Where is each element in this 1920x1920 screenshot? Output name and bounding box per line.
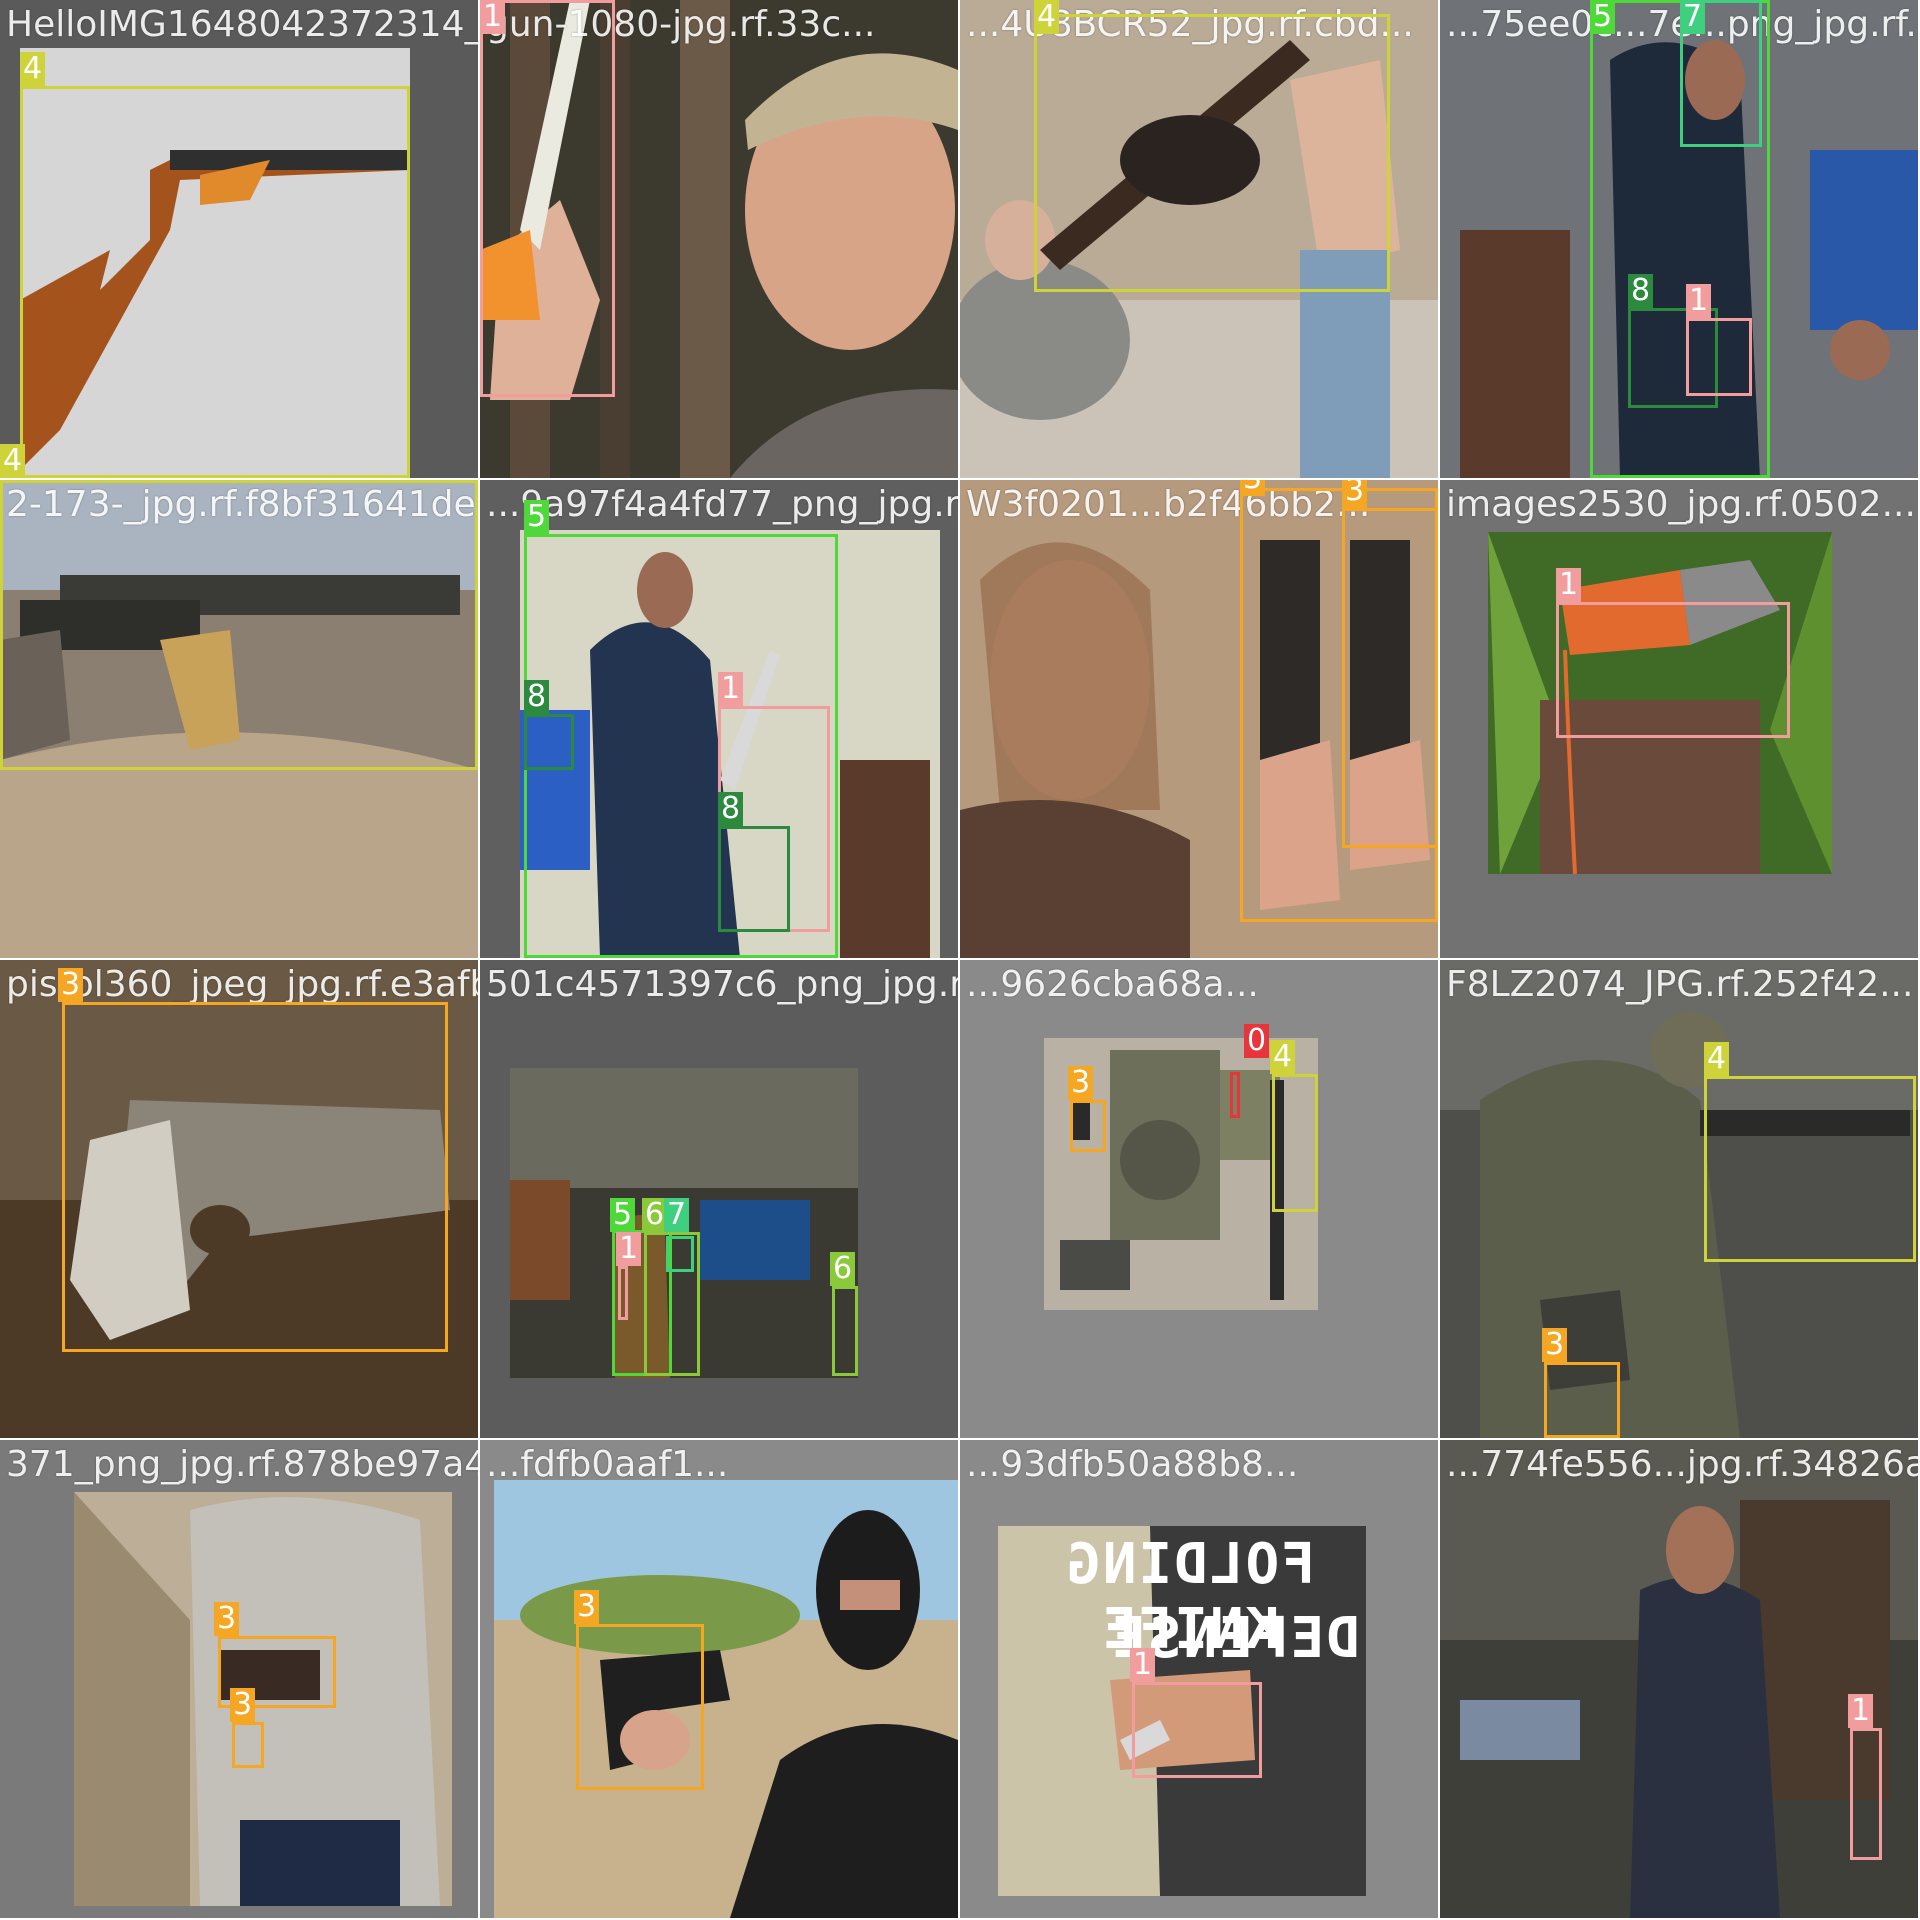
detection-box bbox=[1704, 1076, 1916, 1262]
image-tile: ...4U8BCR52_jpg.rf.cbd... 4 bbox=[960, 0, 1438, 478]
class-label: 1 bbox=[1130, 1648, 1156, 1682]
detection-box bbox=[1544, 1362, 1620, 1438]
image-tile: HelloIMG1648042372314_jpg.rf... 4 4 bbox=[0, 0, 478, 478]
detection-box bbox=[718, 826, 790, 932]
detection-box bbox=[62, 1002, 448, 1352]
class-label: 1 bbox=[1848, 1694, 1874, 1728]
class-label: 1 bbox=[1686, 284, 1712, 318]
detection-box bbox=[832, 1286, 858, 1376]
detection-box bbox=[232, 1722, 264, 1768]
class-label: 4 bbox=[1704, 1042, 1730, 1076]
class-label: 8 bbox=[1628, 274, 1654, 308]
cctv-room-photo bbox=[480, 960, 958, 1438]
detection-box bbox=[1230, 1072, 1240, 1118]
detection-box bbox=[1850, 1728, 1882, 1860]
class-label: 7 bbox=[1680, 0, 1706, 34]
detection-box bbox=[20, 86, 410, 478]
image-tile: ...fdfb0aaf1... 3 bbox=[480, 1440, 958, 1918]
image-filename: ...9626cba68a... bbox=[966, 964, 1259, 1005]
folding-knife-photo bbox=[960, 1440, 1438, 1918]
class-label: 4 bbox=[1034, 0, 1060, 34]
class-label: 1 bbox=[480, 0, 506, 34]
image-tile: ...9a97f4a4fd77_png_jpg.rf... 5 1 8 8 bbox=[480, 480, 958, 958]
detection-box bbox=[618, 1266, 628, 1320]
class-label: 3 bbox=[1342, 480, 1368, 508]
image-tile: ...774fe556...jpg.rf.34826a... 1 bbox=[1440, 1440, 1918, 1918]
class-label: 3 bbox=[1068, 1066, 1094, 1100]
image-filename: images2530_jpg.rf.0502... bbox=[1446, 484, 1916, 525]
image-tile: W3f0201...b2f46bb2... 3 3 bbox=[960, 480, 1438, 958]
class-label: 6 bbox=[830, 1252, 856, 1286]
class-label: 3 bbox=[1542, 1328, 1568, 1362]
detection-box bbox=[524, 714, 574, 770]
image-tile: ...75ee0c...7e...png_jpg.rf... 5 7 8 1 bbox=[1440, 0, 1918, 478]
image-filename: ...9a97f4a4fd77_png_jpg.rf... bbox=[486, 484, 958, 525]
class-label: 5 bbox=[610, 1198, 636, 1232]
detection-box bbox=[1342, 508, 1438, 848]
detection-box bbox=[666, 1236, 694, 1272]
detection-box bbox=[1686, 318, 1752, 396]
image-filename: 501c4571397c6_png_jpg.rf.6a3fea... bbox=[486, 964, 958, 1005]
image-filename: ...774fe556...jpg.rf.34826a... bbox=[1446, 1444, 1918, 1485]
detection-box bbox=[1272, 1074, 1318, 1212]
masked-man-pistol-photo bbox=[480, 1440, 958, 1918]
detection-box bbox=[480, 0, 615, 397]
class-label: 4 bbox=[0, 444, 26, 478]
class-label: 5 bbox=[1590, 0, 1616, 34]
image-tile: pistol360_jpeg_jpg.rf.e3afbd... 3 bbox=[0, 960, 478, 1438]
class-label: 0 bbox=[1244, 1024, 1270, 1058]
folding-knife-banner-line2: DEFENSE bbox=[1109, 1606, 1360, 1671]
office-man-knife-photo bbox=[1440, 1440, 1918, 1918]
class-label: 3 bbox=[574, 1590, 600, 1624]
class-label: 3 bbox=[1240, 480, 1266, 496]
detection-box bbox=[0, 480, 478, 770]
class-label: 1 bbox=[616, 1232, 642, 1266]
class-label: 8 bbox=[524, 680, 550, 714]
image-tile: gun-1080-jpg.rf.33c... 1 bbox=[480, 0, 958, 478]
class-label: 5 bbox=[524, 500, 550, 534]
image-tile: 501c4571397c6_png_jpg.rf.6a3fea... 5 6 7… bbox=[480, 960, 958, 1438]
image-filename: 371_png_jpg.rf.878be97a44... bbox=[6, 1444, 478, 1485]
detection-mosaic: HelloIMG1648042372314_jpg.rf... 4 4 gun-… bbox=[0, 0, 1920, 1920]
tactical-gear-photo bbox=[960, 960, 1438, 1438]
class-label: 3 bbox=[58, 968, 84, 1002]
image-filename: ...93dfb50a88b8... bbox=[966, 1444, 1299, 1485]
detection-box bbox=[1132, 1682, 1262, 1778]
class-label: 1 bbox=[1556, 568, 1582, 602]
detection-box bbox=[576, 1624, 704, 1790]
detection-box bbox=[1556, 602, 1790, 738]
image-tile: 371_png_jpg.rf.878be97a44... 3 3 bbox=[0, 1440, 478, 1918]
image-tile: F8LZ2074_JPG.rf.252f42... 4 3 bbox=[1440, 960, 1918, 1438]
image-filename: ...fdfb0aaf1... bbox=[486, 1444, 729, 1485]
image-tile: FOLDING KNIFE DEFENSE ...93dfb50a88b8...… bbox=[960, 1440, 1438, 1918]
image-filename: F8LZ2074_JPG.rf.252f42... bbox=[1446, 964, 1914, 1005]
image-tile: images2530_jpg.rf.0502... 1 bbox=[1440, 480, 1918, 958]
class-label: 3 bbox=[230, 1688, 256, 1722]
image-filename: HelloIMG1648042372314_jpg.rf... bbox=[6, 4, 478, 45]
detection-box bbox=[1070, 1100, 1106, 1152]
image-tile: ...9626cba68a... 3 0 4 bbox=[960, 960, 1438, 1438]
image-tile: 2-173-_jpg.rf.f8bf31641de7147... bbox=[0, 480, 478, 958]
detection-box bbox=[1034, 14, 1390, 292]
class-label: 3 bbox=[214, 1602, 240, 1636]
class-label: 1 bbox=[718, 672, 744, 706]
class-label: 4 bbox=[1270, 1040, 1296, 1074]
class-label: 7 bbox=[664, 1198, 690, 1232]
class-label: 8 bbox=[718, 792, 744, 826]
class-label: 4 bbox=[20, 52, 46, 86]
